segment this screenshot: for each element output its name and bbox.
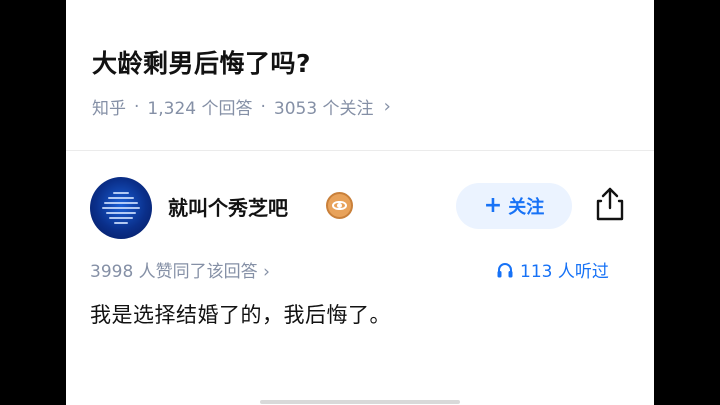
separator-dot: · <box>260 96 266 117</box>
answer-page: 大龄剩男后悔了吗? 知乎 · 1,324 个回答 · 3053 个关注 › 就叫… <box>66 0 654 405</box>
answer-content[interactable]: 我是选择结婚了的，我后悔了。 <box>90 299 391 329</box>
eye-badge-icon[interactable] <box>326 192 353 219</box>
divider <box>66 150 654 151</box>
listeners-stat[interactable]: 113 人听过 <box>496 257 609 282</box>
separator-dot: · <box>134 96 140 117</box>
avatar-image <box>102 192 140 224</box>
author-name[interactable]: 就叫个秀芝吧 <box>168 192 288 221</box>
plus-icon: + <box>483 193 503 218</box>
likes-count: 3998 人赞同了该回答 <box>90 262 258 282</box>
question-title[interactable]: 大龄剩男后悔了吗? <box>92 44 311 80</box>
avatar[interactable] <box>90 177 152 239</box>
answer-count: 1,324 个回答 <box>147 99 253 119</box>
question-meta[interactable]: 知乎 · 1,324 个回答 · 3053 个关注 › <box>92 94 391 119</box>
follow-label: 关注 <box>508 197 545 218</box>
home-indicator <box>260 400 460 404</box>
headphones-icon <box>497 262 513 277</box>
likes-stat[interactable]: 3998 人赞同了该回答 › <box>90 257 270 282</box>
chevron-right-icon: › <box>383 96 391 117</box>
share-icon[interactable] <box>594 186 626 222</box>
listeners-count: 113 人听过 <box>520 262 609 282</box>
follow-button[interactable]: + 关注 <box>456 183 572 229</box>
follower-count: 3053 个关注 <box>273 99 374 119</box>
chevron-right-icon: › <box>263 262 270 282</box>
source-label: 知乎 <box>92 99 126 119</box>
